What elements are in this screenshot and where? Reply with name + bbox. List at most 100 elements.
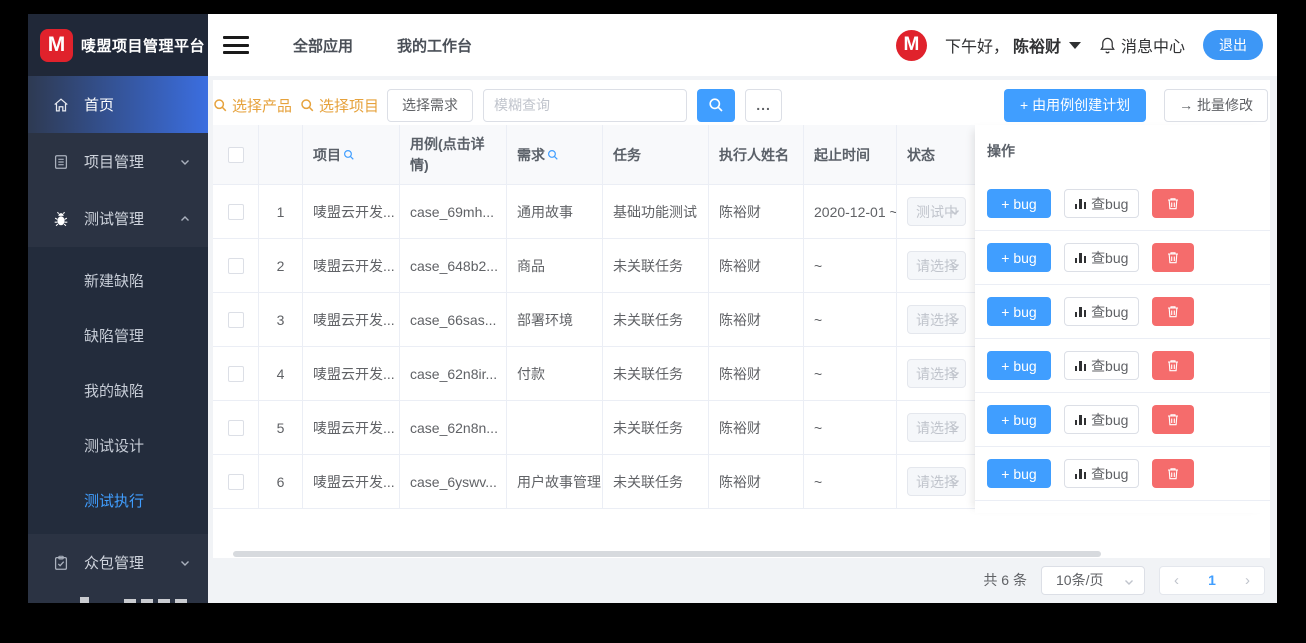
row-checkbox[interactable] [227,419,244,436]
header-checkbox-cell [213,125,259,185]
header-index-cell [259,125,303,185]
prev-page-button[interactable]: ‹ [1174,573,1179,588]
view-bug-button[interactable]: 查bug [1064,297,1139,326]
select-project-link[interactable]: 选择项目 [300,95,379,116]
status-select[interactable]: 请选择 [907,359,966,388]
add-bug-button[interactable]: + bug [987,189,1051,218]
add-bug-button[interactable]: + bug [987,405,1051,434]
view-bug-button[interactable]: 查bug [1064,459,1139,488]
sidebar-item-label: 测试管理 [84,211,145,228]
top-header: 全部应用 我的工作台 M 下午好， 陈裕财 消息中心 退出 [208,14,1277,76]
user-avatar[interactable]: M [895,29,927,61]
subitem-label: 新建缺陷 [84,273,145,290]
select-all-checkbox[interactable] [227,146,244,163]
project-cell: 唛盟云开发... [303,401,400,455]
main-panel: 选择产品 选择项目 选择需求 ... + 由用例创建计划 → 批量修改 [213,80,1270,558]
nav-all-apps[interactable]: 全部应用 [293,35,353,56]
table-body: 1 唛盟云开发... case_69mh... 通用故事 基础功能测试 陈裕财 … [213,185,977,509]
bar-chart-icon [1074,360,1087,371]
row-checkbox[interactable] [227,311,244,328]
bar-chart-icon [1074,198,1087,209]
page-size-select[interactable]: 10条/页 [1041,565,1145,595]
case-cell[interactable]: case_648b2... [400,239,507,293]
sidebar-subitem-new-defect[interactable]: 新建缺陷 [28,253,208,308]
batch-edit-button[interactable]: → 批量修改 [1164,88,1268,122]
sidebar-item-crowdsourcing[interactable]: 众包管理 [28,534,208,591]
status-select[interactable]: 请选择 [907,305,966,334]
search-input[interactable] [483,88,688,122]
view-bug-button[interactable]: 查bug [1064,189,1139,218]
row-checkbox[interactable] [227,473,244,490]
case-cell[interactable]: case_6yswv... [400,455,507,509]
logout-button[interactable]: 退出 [1203,30,1263,60]
select-requirement-button[interactable]: 选择需求 [387,88,474,122]
delete-button[interactable] [1152,351,1194,380]
message-center[interactable]: 消息中心 [1099,33,1185,57]
chevron-down-icon [951,480,959,485]
search-button[interactable] [697,88,736,122]
add-bug-button[interactable]: + bug [987,459,1051,488]
delete-button[interactable] [1152,459,1194,488]
sidebar-subitem-test-execution[interactable]: 测试执行 [28,473,208,528]
delete-button[interactable] [1152,243,1194,272]
task-cell: 基础功能测试 [603,185,709,239]
sidebar-subitem-defect-mgmt[interactable]: 缺陷管理 [28,308,208,363]
chevron-up-icon [180,214,190,224]
header-ops: 操作 [987,143,1015,159]
user-menu[interactable]: 下午好， 陈裕财 [945,33,1081,57]
next-page-button[interactable]: › [1245,573,1250,588]
ops-row: + bug 查bug [975,177,1270,231]
row-checkbox[interactable] [227,257,244,274]
search-icon[interactable] [343,149,355,161]
nav-my-workbench[interactable]: 我的工作台 [397,35,472,56]
status-select[interactable]: 测试中 [907,197,966,226]
status-select[interactable]: 请选择 [907,467,966,496]
header-label: 用例(点击详情) [410,136,485,173]
header-dates: 起止时间 [804,125,897,185]
message-center-label: 消息中心 [1120,39,1185,56]
search-icon[interactable] [547,149,559,161]
add-bug-button[interactable]: + bug [987,297,1051,326]
test-execution-table: 项目 用例(点击详情) 需求 任务 执行人姓名 起止时间 状态 1 唛盟云开发.… [213,125,977,509]
sidebar-subitem-test-design[interactable]: 测试设计 [28,418,208,473]
add-bug-button[interactable]: + bug [987,351,1051,380]
delete-button[interactable] [1152,189,1194,218]
status-select[interactable]: 请选择 [907,413,966,442]
current-page[interactable]: 1 [1208,572,1216,588]
case-cell[interactable]: case_62n8ir... [400,347,507,401]
case-cell[interactable]: case_62n8n... [400,401,507,455]
executor-cell: 陈裕财 [709,347,804,401]
sidebar-item-home[interactable]: 首页 [28,76,208,133]
case-cell[interactable]: case_66sas... [400,293,507,347]
header-label: 项目 [313,146,341,163]
hamburger-menu-icon[interactable] [223,36,249,54]
project-cell: 唛盟云开发... [303,347,400,401]
row-index: 3 [259,293,303,347]
case-cell[interactable]: case_69mh... [400,185,507,239]
header-label: 起止时间 [814,146,870,163]
row-checkbox[interactable] [227,365,244,382]
ops-row: + bug 查bug [975,339,1270,393]
sidebar-item-test-mgmt[interactable]: 测试管理 [28,190,208,247]
delete-button[interactable] [1152,297,1194,326]
header-label: 需求 [517,146,545,163]
test-mgmt-submenu: 新建缺陷 缺陷管理 我的缺陷 测试设计 测试执行 [28,247,208,534]
create-plan-from-case-button[interactable]: + 由用例创建计划 [1004,88,1147,122]
view-bug-label: 查bug [1091,465,1129,482]
search-icon [709,98,723,112]
sidebar-subitem-my-defects[interactable]: 我的缺陷 [28,363,208,418]
horizontal-scrollbar[interactable] [233,551,1101,557]
total-count: 共 6 条 [983,572,1027,588]
row-checkbox[interactable] [227,203,244,220]
task-cell: 未关联任务 [603,293,709,347]
sidebar-item-project-mgmt[interactable]: 项目管理 [28,133,208,190]
select-product-link[interactable]: 选择产品 [213,95,292,116]
add-bug-button[interactable]: + bug [987,243,1051,272]
view-bug-button[interactable]: 查bug [1064,351,1139,380]
view-bug-button[interactable]: 查bug [1064,405,1139,434]
delete-button[interactable] [1152,405,1194,434]
subitem-label: 我的缺陷 [84,383,145,400]
view-bug-button[interactable]: 查bug [1064,243,1139,272]
status-select[interactable]: 请选择 [907,251,966,280]
more-actions-button[interactable]: ... [745,88,783,122]
